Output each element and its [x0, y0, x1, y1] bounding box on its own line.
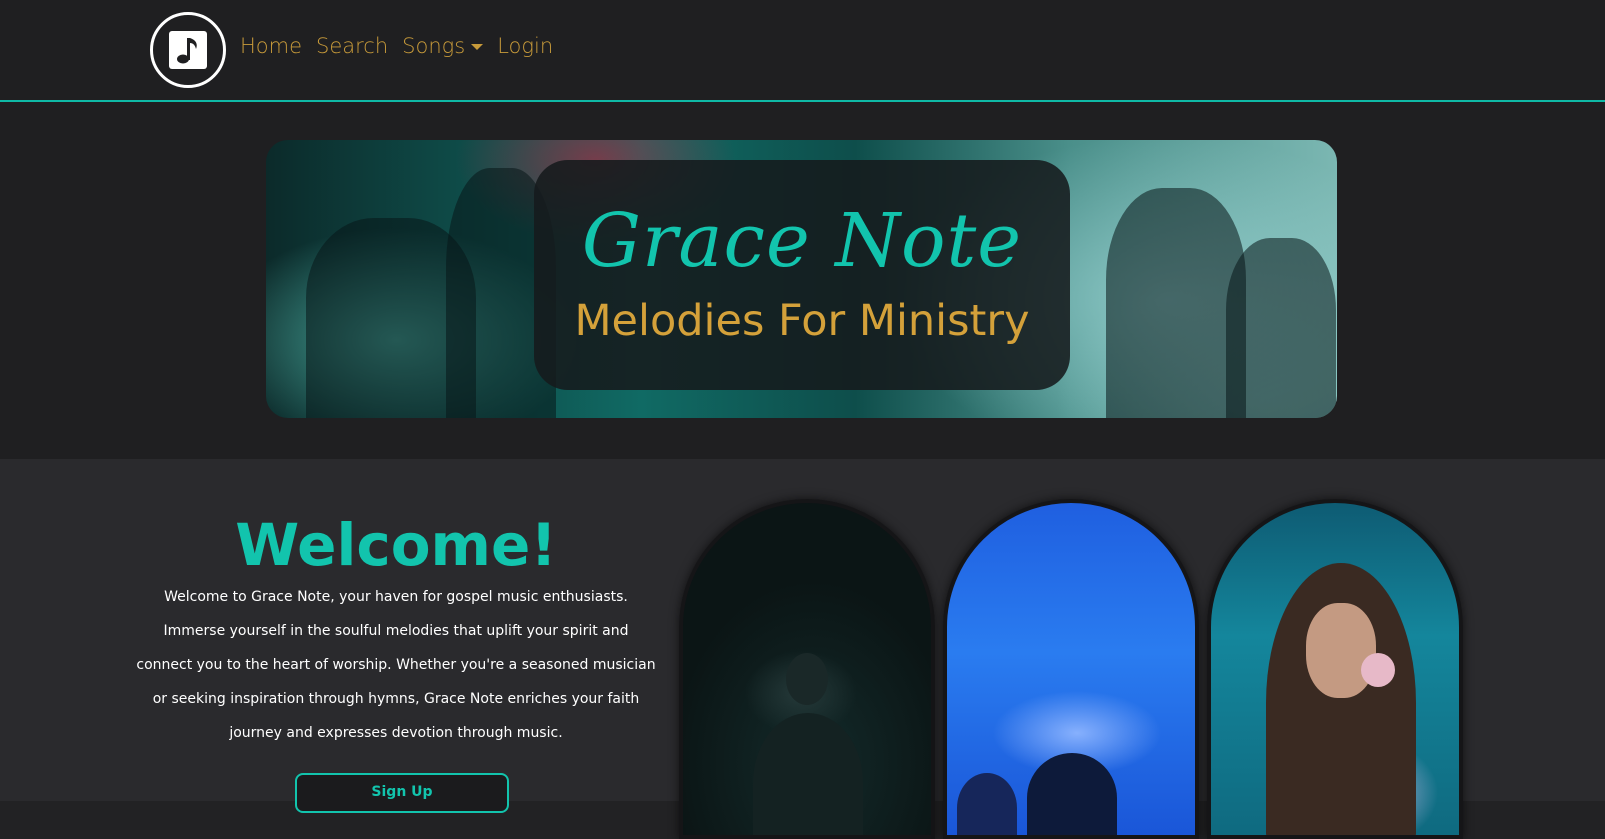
brand-subtitle: Melodies For Ministry	[574, 296, 1030, 346]
welcome-paragraph: Welcome to Grace Note, your haven for go…	[136, 589, 656, 741]
nav-songs-label: Songs	[402, 34, 466, 58]
crowd-silhouette	[1106, 188, 1246, 418]
nav-home-link[interactable]: Home	[240, 34, 302, 58]
caret-down-icon	[471, 44, 484, 50]
music-note-icon	[177, 38, 197, 64]
nav-login-link[interactable]: Login	[497, 34, 553, 58]
sign-up-button[interactable]: Sign Up	[295, 773, 509, 813]
woman-face	[1306, 603, 1376, 698]
hero-section: Grace Note Melodies For Ministry	[0, 102, 1605, 459]
nav-songs-dropdown[interactable]: Songs	[402, 34, 484, 58]
crowd-figure	[1027, 753, 1117, 835]
nav-links: Home Search Songs Login	[240, 34, 553, 58]
brand-title: Grace Note	[581, 198, 1023, 284]
nav-search-link[interactable]: Search	[316, 34, 388, 58]
crowd-silhouette	[1226, 238, 1336, 418]
welcome-heading: Welcome!	[235, 511, 557, 579]
navbar: Home Search Songs Login	[0, 0, 1605, 102]
site-logo[interactable]	[150, 12, 226, 88]
singer-photo	[679, 499, 935, 839]
singer-figure	[753, 713, 863, 835]
hero-banner-image: Grace Note Melodies For Ministry	[266, 140, 1337, 418]
singer-head	[786, 653, 828, 705]
crowd-figure	[957, 773, 1017, 835]
woman-bubblegum-photo	[1207, 499, 1463, 839]
concert-photo	[943, 499, 1199, 839]
bubblegum-bubble	[1361, 653, 1395, 687]
hero-title-card: Grace Note Melodies For Ministry	[534, 160, 1070, 390]
welcome-section: Welcome! Welcome to Grace Note, your hav…	[0, 459, 1605, 839]
